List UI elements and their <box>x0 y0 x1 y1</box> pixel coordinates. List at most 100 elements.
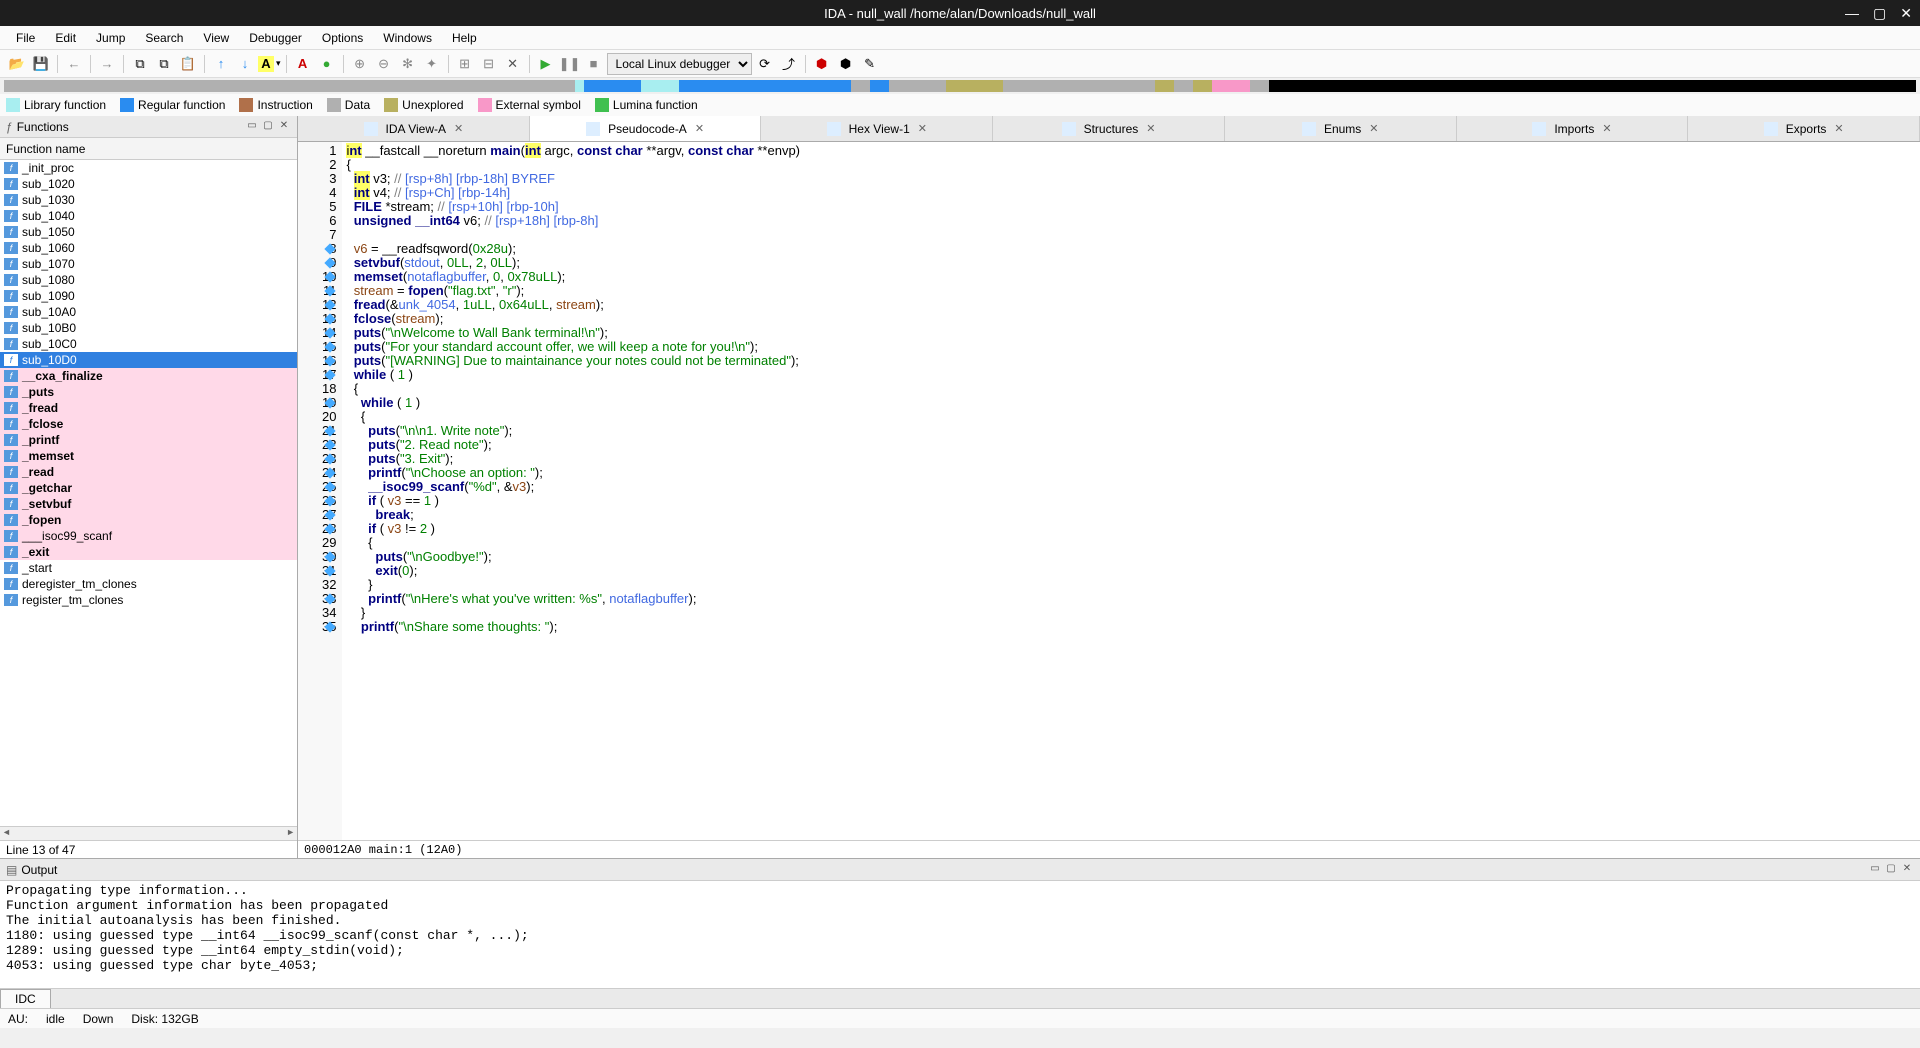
breakpoint-icon[interactable] <box>324 495 335 506</box>
tab-close-icon[interactable]: ✕ <box>1834 122 1843 135</box>
function-item[interactable]: f_getchar <box>0 480 297 496</box>
run-icon[interactable]: ▶ <box>535 53 557 75</box>
minimize-icon[interactable]: — <box>1845 5 1859 22</box>
code-line[interactable]: puts("2. Read note"); <box>346 438 1916 452</box>
pause-icon[interactable]: ❚❚ <box>559 53 581 75</box>
code-line[interactable]: memset(notaflagbuffer, 0, 0x78uLL); <box>346 270 1916 284</box>
code-line[interactable]: setvbuf(stdout, 0LL, 2, 0LL); <box>346 256 1916 270</box>
dbg2-icon[interactable]: ⤴ <box>778 53 800 75</box>
tab-structures[interactable]: Structures✕ <box>993 116 1225 141</box>
stop-icon[interactable]: ■ <box>583 53 605 75</box>
function-item[interactable]: fsub_1090 <box>0 288 297 304</box>
tab-close-icon[interactable]: ✕ <box>1146 122 1155 135</box>
function-item[interactable]: f_fread <box>0 400 297 416</box>
function-item[interactable]: f__cxa_finalize <box>0 368 297 384</box>
tab-close-icon[interactable]: ✕ <box>1602 122 1611 135</box>
function-item[interactable]: f_fopen <box>0 512 297 528</box>
breakpoint-icon[interactable] <box>324 523 335 534</box>
function-item[interactable]: f___isoc99_scanf <box>0 528 297 544</box>
code-line[interactable]: { <box>346 410 1916 424</box>
dbg1-icon[interactable]: ⟳ <box>754 53 776 75</box>
code-line[interactable]: } <box>346 606 1916 620</box>
code-line[interactable]: puts("For your standard account offer, w… <box>346 340 1916 354</box>
function-list[interactable]: f_init_procfsub_1020fsub_1030fsub_1040fs… <box>0 160 297 826</box>
code-line[interactable]: stream = fopen("flag.txt", "r"); <box>346 284 1916 298</box>
function-item[interactable]: fsub_1070 <box>0 256 297 272</box>
record-icon[interactable]: ● <box>316 53 338 75</box>
output-max-icon[interactable]: ▢ <box>1884 863 1898 877</box>
breakpoint-icon[interactable] <box>324 327 335 338</box>
function-name-header[interactable]: Function name <box>0 138 297 160</box>
code-line[interactable]: exit(0); <box>346 564 1916 578</box>
maximize-icon[interactable]: ▢ <box>1873 5 1886 22</box>
breakpoint-icon[interactable] <box>324 313 335 324</box>
function-item[interactable]: fsub_1020 <box>0 176 297 192</box>
close-icon[interactable]: ✕ <box>1900 5 1912 22</box>
code-line[interactable]: FILE *stream; // [rsp+10h] [rbp-10h] <box>346 200 1916 214</box>
code-line[interactable]: } <box>346 578 1916 592</box>
code-line[interactable] <box>346 228 1916 242</box>
function-item[interactable]: fsub_1030 <box>0 192 297 208</box>
code-area[interactable]: 1234567891011121314151617181920212223242… <box>298 142 1920 840</box>
code-line[interactable]: break; <box>346 508 1916 522</box>
code-line[interactable]: puts("3. Exit"); <box>346 452 1916 466</box>
highlight-icon[interactable]: A <box>258 56 274 72</box>
menu-search[interactable]: Search <box>137 29 191 47</box>
function-item[interactable]: fsub_1060 <box>0 240 297 256</box>
menu-edit[interactable]: Edit <box>47 29 84 47</box>
menu-windows[interactable]: Windows <box>375 29 440 47</box>
tool1-icon[interactable]: ⊕ <box>349 53 371 75</box>
cancel-icon[interactable]: ✕ <box>502 53 524 75</box>
function-item[interactable]: fsub_10D0 <box>0 352 297 368</box>
breakpoint-icon[interactable] <box>324 285 335 296</box>
function-item[interactable]: f_puts <box>0 384 297 400</box>
code-line[interactable]: while ( 1 ) <box>346 396 1916 410</box>
function-item[interactable]: fsub_10C0 <box>0 336 297 352</box>
code-line[interactable]: v6 = __readfsqword(0x28u); <box>346 242 1916 256</box>
panel-close-icon[interactable]: ✕ <box>277 120 291 134</box>
menu-options[interactable]: Options <box>314 29 371 47</box>
menu-view[interactable]: View <box>195 29 237 47</box>
copy-icon[interactable]: ⧉ <box>129 53 151 75</box>
function-item[interactable]: fsub_10B0 <box>0 320 297 336</box>
copy2-icon[interactable]: ⧉ <box>153 53 175 75</box>
breakpoint-icon[interactable] <box>324 551 335 562</box>
breakpoint-icon[interactable] <box>324 257 335 268</box>
tool5-icon[interactable]: ⊞ <box>454 53 476 75</box>
code-line[interactable]: int v4; // [rsp+Ch] [rbp-14h] <box>346 186 1916 200</box>
forward-icon[interactable]: → <box>96 53 118 75</box>
tab-close-icon[interactable]: ✕ <box>695 122 704 135</box>
open-icon[interactable]: 📂 <box>6 53 28 75</box>
breakpoint-icon[interactable] <box>324 299 335 310</box>
tab-close-icon[interactable]: ✕ <box>454 122 463 135</box>
paste-icon[interactable]: 📋 <box>177 53 199 75</box>
tab-ida-view-a[interactable]: IDA View-A✕ <box>298 116 530 141</box>
code-line[interactable]: unsigned __int64 v6; // [rsp+18h] [rbp-8… <box>346 214 1916 228</box>
panel-min-icon[interactable]: ▭ <box>245 120 259 134</box>
function-item[interactable]: f_printf <box>0 432 297 448</box>
h-scrollbar[interactable] <box>0 826 297 840</box>
code-line[interactable]: puts("[WARNING] Due to maintainance your… <box>346 354 1916 368</box>
breakpoint-icon[interactable] <box>324 453 335 464</box>
breakpoint-icon[interactable] <box>324 355 335 366</box>
text-icon[interactable]: A <box>292 53 314 75</box>
function-item[interactable]: f_start <box>0 560 297 576</box>
tab-enums[interactable]: Enums✕ <box>1225 116 1457 141</box>
breakpoint-icon[interactable] <box>324 467 335 478</box>
function-item[interactable]: f_read <box>0 464 297 480</box>
breakpoint-icon[interactable] <box>324 621 335 632</box>
function-item[interactable]: fderegister_tm_clones <box>0 576 297 592</box>
breakpoint-icon[interactable] <box>324 397 335 408</box>
breakpoint-icon[interactable] <box>324 243 335 254</box>
idc-tab[interactable]: IDC <box>0 989 51 1008</box>
function-item[interactable]: f_setvbuf <box>0 496 297 512</box>
menu-help[interactable]: Help <box>444 29 485 47</box>
up-icon[interactable]: ↑ <box>210 53 232 75</box>
breakpoint-icon[interactable] <box>324 509 335 520</box>
tab-imports[interactable]: Imports✕ <box>1457 116 1689 141</box>
dbg3-icon[interactable]: ⬢ <box>811 53 833 75</box>
overview-bar[interactable] <box>4 80 1916 92</box>
function-item[interactable]: fregister_tm_clones <box>0 592 297 608</box>
breakpoint-icon[interactable] <box>324 271 335 282</box>
code-line[interactable]: puts("\n\n1. Write note"); <box>346 424 1916 438</box>
